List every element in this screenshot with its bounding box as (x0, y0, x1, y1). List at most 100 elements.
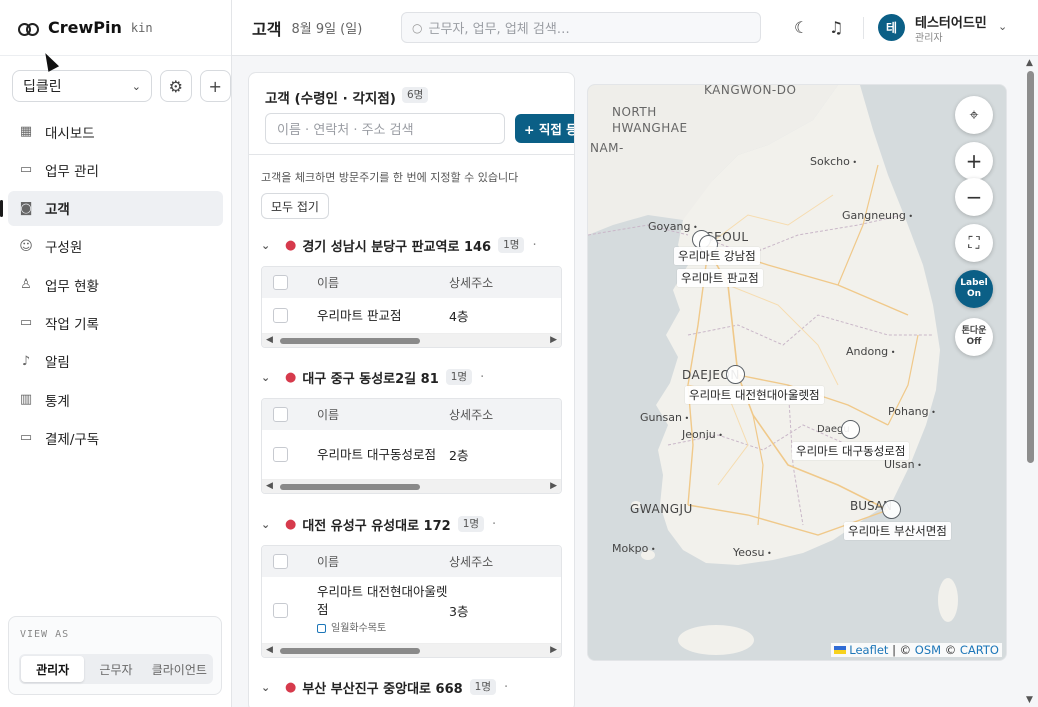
sidebar-item-billing[interactable]: ▭ 결제/구독 (8, 420, 223, 455)
view-as-worker[interactable]: 근무자 (84, 656, 147, 682)
chevron-down-icon[interactable]: ⌄ (998, 20, 1007, 33)
scrollbar-thumb[interactable] (280, 648, 420, 654)
sidebar: CrewPin kin 딥클린 ⌄ ⚙ + ▦ 대시보드 ▭ 업무 관리 ◙ 고객 ☺… (0, 0, 232, 707)
sidebar-item-alerts[interactable]: ♪ 알림 (8, 344, 223, 379)
customer-marker[interactable] (841, 420, 860, 439)
table-row[interactable]: 우리마트 판교점 4층 (262, 298, 561, 333)
map-tone-toggle[interactable]: 톤다운 Off (955, 318, 993, 356)
select-all-checkbox[interactable] (273, 407, 288, 422)
map-place-label: Gunsan (640, 411, 689, 424)
carto-link[interactable]: CARTO (960, 643, 999, 657)
collapse-all-button[interactable]: 모두 접기 (261, 193, 329, 219)
scrollbar-thumb[interactable] (280, 338, 420, 344)
customer-name[interactable]: 우리마트 대전현대아울렛점 (317, 584, 447, 617)
address-group-header[interactable]: ⌄ ● 대전 유성구 유성대로 172 1명 · (261, 514, 563, 534)
chevron-down-icon[interactable]: ⌄ (261, 518, 275, 531)
table-horizontal-scrollbar[interactable]: ◀ ▶ (262, 479, 561, 493)
sidebar-item-status[interactable]: ♙ 업무 현황 (8, 267, 223, 302)
notification-bell-icon[interactable]: ♫ (829, 18, 843, 37)
table-row[interactable]: 우리마트 대구동성로점 2층 (262, 430, 561, 479)
scroll-right-arrow-icon[interactable]: ▶ (550, 481, 557, 491)
sidebar-item-members[interactable]: ☺ 구성원 (8, 229, 223, 264)
address-group-header[interactable]: ⌄ ● 부산 부산진구 중앙대로 668 1명 · (261, 677, 563, 697)
chevron-down-icon[interactable]: ⌄ (261, 681, 275, 694)
address-group-header[interactable]: ⌄ ● 대구 중구 동성로2길 81 1명 · (261, 367, 563, 387)
scroll-left-arrow-icon[interactable]: ◀ (266, 335, 273, 345)
tenant-select[interactable]: 딥클린 ⌄ (12, 70, 152, 102)
scroll-left-arrow-icon[interactable]: ◀ (266, 481, 273, 491)
map-place-label: Andong (846, 345, 895, 358)
group-address: 대전 유성구 유성대로 172 (302, 518, 451, 534)
marker-label[interactable]: 우리마트 강남점 (674, 247, 760, 265)
sidebar-item-records[interactable]: ▭ 작업 기록 (8, 305, 223, 340)
customer-marker[interactable] (882, 500, 901, 519)
group-more-dot[interactable]: · (492, 517, 496, 532)
map-pin-icon: ● (285, 237, 297, 253)
group-more-dot[interactable]: · (480, 370, 484, 385)
marker-label[interactable]: 우리마트 부산서면점 (844, 522, 951, 540)
customer-name[interactable]: 우리마트 대구동성로점 (317, 446, 449, 464)
sidebar-item-dashboard[interactable]: ▦ 대시보드 (8, 114, 223, 149)
dark-mode-moon-icon[interactable]: ☾ (794, 18, 808, 37)
scroll-right-arrow-icon[interactable]: ▶ (550, 645, 557, 655)
app-name: CrewPin (48, 18, 122, 37)
row-checkbox[interactable] (273, 602, 288, 618)
map-place-label: HWANGHAE (612, 121, 688, 135)
page-scrollbar[interactable]: ▲ ▼ (1024, 56, 1038, 707)
marker-label[interactable]: 우리마트 판교점 (677, 269, 763, 287)
group-more-dot[interactable]: · (532, 238, 536, 253)
table-horizontal-scrollbar[interactable]: ◀ ▶ (262, 643, 561, 657)
table-row[interactable]: 우리마트 대전현대아울렛점 일월화수목토 3층 (262, 577, 561, 643)
row-checkbox[interactable] (273, 447, 288, 462)
chart-icon: ▥ (19, 392, 33, 408)
add-customer-button[interactable]: + 직접 등록 (515, 114, 574, 143)
scroll-down-arrow-icon[interactable]: ▼ (1026, 695, 1033, 705)
tenant-settings-button[interactable]: ⚙ (160, 70, 192, 102)
customer-panel: 고객 (수령인 · 각지점) 6명 이름 · 연락처 · 주소 검색 + 직접 … (248, 72, 575, 707)
view-as-client[interactable]: 클라이언트 (148, 656, 211, 682)
marker-label[interactable]: 우리마트 대전현대아울렛점 (685, 386, 824, 404)
global-search-input[interactable]: ○ 근무자, 업무, 업체 검색… (401, 12, 761, 43)
avatar[interactable]: 테 (878, 14, 905, 41)
customer-detail-address: 4층 (449, 309, 469, 324)
folder-record-icon: ▭ (19, 315, 33, 331)
marker-label[interactable]: 우리마트 대구동성로점 (792, 442, 910, 460)
tenant-add-button[interactable]: + (199, 70, 231, 102)
select-all-checkbox[interactable] (273, 275, 288, 290)
map-locate-button[interactable]: ⌖ (955, 96, 993, 134)
row-checkbox[interactable] (273, 308, 288, 323)
chevron-down-icon[interactable]: ⌄ (261, 371, 275, 384)
group-more-dot[interactable]: · (504, 680, 508, 695)
group-count-badge: 1명 (445, 369, 473, 385)
address-group-header[interactable]: ⌄ ● 경기 성남시 분당구 판교역로 146 1명 · (261, 235, 563, 255)
customer-search-input[interactable]: 이름 · 연락처 · 주소 검색 (265, 113, 505, 144)
page-scrollbar-thumb[interactable] (1027, 71, 1034, 463)
customer-marker[interactable] (726, 365, 745, 384)
scroll-up-arrow-icon[interactable]: ▲ (1026, 58, 1033, 68)
scrollbar-thumb[interactable] (280, 484, 420, 490)
scroll-left-arrow-icon[interactable]: ◀ (266, 645, 273, 655)
sidebar-item-stats[interactable]: ▥ 통계 (8, 382, 223, 417)
customer-name-cell[interactable]: 우리마트 대전현대아울렛점 일월화수목토 (317, 583, 449, 638)
logo[interactable]: CrewPin kin (0, 0, 231, 56)
sidebar-item-label: 고객 (45, 202, 70, 219)
group-count-badge: 1명 (469, 679, 497, 695)
scroll-right-arrow-icon[interactable]: ▶ (550, 335, 557, 345)
map-place-label: NAM- (590, 141, 624, 155)
map-zoom-in-button[interactable]: + (955, 142, 993, 180)
osm-link[interactable]: OSM (915, 643, 941, 657)
sidebar-item-customers[interactable]: ◙ 고객 (0, 190, 223, 226)
customer-name[interactable]: 우리마트 판교점 (317, 307, 449, 325)
map-label-toggle[interactable]: Label On (955, 270, 993, 308)
table-horizontal-scrollbar[interactable]: ◀ ▶ (262, 333, 561, 347)
map-fullscreen-button[interactable]: ⛶ (955, 224, 993, 262)
column-name: 이름 (317, 408, 340, 422)
view-as-admin[interactable]: 관리자 (21, 656, 85, 682)
map-zoom-out-button[interactable]: − (955, 178, 993, 216)
column-detail-address: 상세주소 (449, 408, 494, 422)
customer-map[interactable]: KANGWON-DO NORTH HWANGHAE NAM- Sokcho Ga… (587, 84, 1007, 661)
select-all-checkbox[interactable] (273, 554, 288, 569)
sidebar-item-tasks[interactable]: ▭ 업무 관리 (8, 152, 223, 187)
chevron-down-icon[interactable]: ⌄ (261, 239, 275, 252)
leaflet-link[interactable]: Leaflet (849, 643, 888, 657)
